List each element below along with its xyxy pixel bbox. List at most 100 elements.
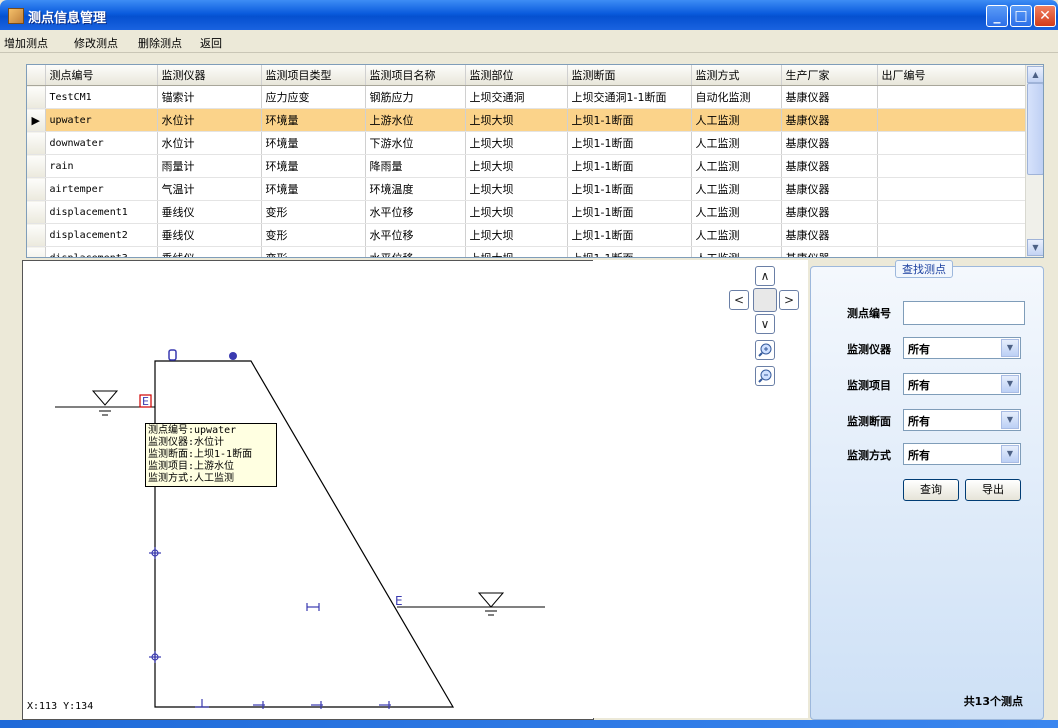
table-row[interactable]: displacement3垂线仪变形水平位移上坝大坝上坝1-1断面人工监测基康仪… (27, 246, 1026, 257)
table-cell[interactable]: 自动化监测 (691, 85, 782, 109)
table-cell[interactable]: 人工监测 (691, 131, 782, 155)
pan-center-button[interactable] (753, 288, 777, 312)
table-cell[interactable]: 上坝1-1断面 (567, 131, 692, 155)
table-cell[interactable]: 垂线仪 (157, 246, 262, 257)
table-cell[interactable]: 上坝1-1断面 (567, 108, 692, 132)
table-scrollbar[interactable]: ▲ ▼ (1025, 65, 1043, 257)
table-row[interactable]: downwater 水位计 环境量 下游水位 上坝大坝 上坝1-1断面 人工监测 基康仪器 (27, 131, 1026, 155)
table-cell[interactable]: downwater (45, 131, 158, 155)
row-header[interactable] (27, 246, 46, 257)
table-cell[interactable]: 环境量 (261, 177, 366, 201)
pan-left-button[interactable]: < (729, 290, 749, 310)
method-select[interactable]: 所有 ▼ (903, 443, 1021, 465)
table-cell[interactable] (877, 223, 1026, 247)
table-cell[interactable] (877, 108, 1026, 132)
table-cell[interactable]: 上坝大坝 (465, 177, 568, 201)
table-cell[interactable]: 雨量计 (157, 154, 262, 178)
row-header[interactable] (27, 223, 46, 247)
minimize-button[interactable]: _ (986, 5, 1008, 27)
table-cell[interactable]: airtemper (45, 177, 158, 201)
table-row[interactable]: TestCM1 锚索计 应力应变 钢筋应力 上坝交通洞 上坝交通洞1-1断面 自动化监测 基康… (27, 85, 1026, 109)
table-row[interactable]: ▶ upwater 水位计 环境量 上游水位 上坝大坝 上坝1-1断面 人工监测 基康仪器 (27, 108, 1026, 132)
table-cell[interactable]: 上坝大坝 (465, 223, 568, 247)
pan-right-button[interactable]: > (779, 290, 799, 310)
table-cell[interactable]: 环境温度 (365, 177, 466, 201)
table-row[interactable]: airtemper 气温计 环境量 环境温度 上坝大坝 上坝1-1断面 人工监测 基康仪器 (27, 177, 1026, 201)
table-cell[interactable]: 锚索计 (157, 85, 262, 109)
table-cell[interactable]: 基康仪器 (781, 223, 878, 247)
table-cell[interactable]: 上坝大坝 (465, 108, 568, 132)
table-cell[interactable]: 上坝交通洞1-1断面 (567, 85, 692, 109)
instrument-select[interactable]: 所有 ▼ (903, 337, 1021, 359)
table-cell[interactable]: 垂线仪 (157, 223, 262, 247)
table-cell[interactable]: 基康仪器 (781, 200, 878, 224)
table-cell[interactable]: 变形 (261, 223, 366, 247)
pan-up-button[interactable]: ∧ (755, 266, 775, 286)
row-header[interactable] (27, 131, 46, 155)
table-cell[interactable]: 上坝1-1断面 (567, 200, 692, 224)
row-header[interactable] (27, 200, 46, 224)
table-cell[interactable]: 水平位移 (365, 200, 466, 224)
item-select[interactable]: 所有 ▼ (903, 373, 1021, 395)
table-cell[interactable]: 基康仪器 (781, 108, 878, 132)
export-button[interactable]: 导出 (965, 479, 1021, 501)
table-cell[interactable]: 钢筋应力 (365, 85, 466, 109)
table-cell[interactable]: 上坝1-1断面 (567, 246, 692, 257)
pan-down-button[interactable]: ∨ (755, 314, 775, 334)
table-cell[interactable]: displacement1 (45, 200, 158, 224)
table-cell[interactable]: upwater (45, 108, 158, 132)
menu-edit-point[interactable]: 修改测点 (74, 35, 118, 51)
table-cell[interactable] (877, 246, 1026, 257)
table-cell[interactable]: 水平位移 (365, 246, 466, 257)
table-cell[interactable]: 基康仪器 (781, 85, 878, 109)
table-cell[interactable] (877, 154, 1026, 178)
table-cell[interactable]: 应力应变 (261, 85, 366, 109)
scroll-up-icon[interactable]: ▲ (1027, 66, 1043, 83)
table-cell[interactable]: rain (45, 154, 158, 178)
column-header[interactable]: 出厂编号 (877, 65, 1026, 86)
table-cell[interactable]: 上坝大坝 (465, 154, 568, 178)
table-cell[interactable]: 人工监测 (691, 223, 782, 247)
title-bar[interactable]: 测点信息管理 _ □ ✕ (0, 0, 1058, 30)
table-row[interactable]: rain 雨量计 环境量 降雨量 上坝大坝 上坝1-1断面 人工监测 基康仪器 (27, 154, 1026, 178)
table-cell[interactable]: 人工监测 (691, 246, 782, 257)
table-cell[interactable]: 气温计 (157, 177, 262, 201)
column-header[interactable]: 监测项目名称 (365, 65, 466, 86)
zoom-in-button[interactable] (755, 340, 775, 360)
scroll-down-icon[interactable]: ▼ (1027, 239, 1043, 256)
table-cell[interactable]: 上坝1-1断面 (567, 177, 692, 201)
table-cell[interactable]: 上坝大坝 (465, 131, 568, 155)
table-cell[interactable]: 上坝1-1断面 (567, 154, 692, 178)
table-cell[interactable] (877, 85, 1026, 109)
close-button[interactable]: ✕ (1034, 5, 1056, 27)
column-header[interactable]: 监测项目类型 (261, 65, 366, 86)
table-cell[interactable] (877, 200, 1026, 224)
table-cell[interactable]: 基康仪器 (781, 154, 878, 178)
table-corner[interactable] (27, 65, 46, 86)
table-cell[interactable]: 水位计 (157, 131, 262, 155)
table-row[interactable]: displacement2 垂线仪 变形 水平位移 上坝大坝 上坝1-1断面 人工监测 基康仪… (27, 223, 1026, 247)
table-cell[interactable]: 水位计 (157, 108, 262, 132)
zoom-out-button[interactable] (755, 366, 775, 386)
table-cell[interactable]: 环境量 (261, 131, 366, 155)
table-cell[interactable]: 下游水位 (365, 131, 466, 155)
column-header[interactable]: 监测仪器 (157, 65, 262, 86)
table-cell[interactable]: 人工监测 (691, 200, 782, 224)
table-cell[interactable]: 降雨量 (365, 154, 466, 178)
row-header[interactable] (27, 154, 46, 178)
table-cell[interactable]: 上坝大坝 (465, 246, 568, 257)
table-cell[interactable]: 变形 (261, 200, 366, 224)
menu-back[interactable]: 返回 (200, 35, 222, 51)
column-header[interactable]: 监测部位 (465, 65, 568, 86)
table-cell[interactable] (877, 177, 1026, 201)
table-cell[interactable]: 上坝大坝 (465, 200, 568, 224)
table-cell[interactable] (877, 131, 1026, 155)
table-cell[interactable]: 水平位移 (365, 223, 466, 247)
point-id-input[interactable] (903, 301, 1025, 325)
section-select[interactable]: 所有 ▼ (903, 409, 1021, 431)
table-cell[interactable]: displacement2 (45, 223, 158, 247)
table-cell[interactable]: 基康仪器 (781, 246, 878, 257)
column-header[interactable]: 监测方式 (691, 65, 782, 86)
table-cell[interactable]: 上坝交通洞 (465, 85, 568, 109)
row-header[interactable] (27, 177, 46, 201)
